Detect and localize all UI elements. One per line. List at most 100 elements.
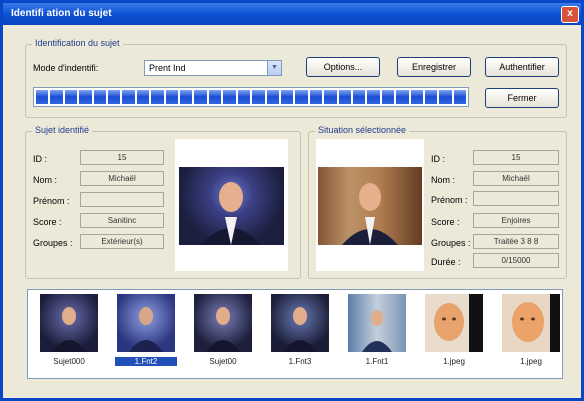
thumbnail-label: Sujet00 — [209, 357, 237, 366]
thumbnail-image[interactable] — [271, 294, 329, 352]
progress-block — [36, 90, 49, 104]
thumbnail-image[interactable] — [40, 294, 98, 352]
progress-block — [108, 90, 121, 104]
progress-block — [410, 90, 423, 104]
options-button-label: Options... — [323, 62, 363, 72]
thumbnail-label: 1.Fnt1 — [365, 357, 389, 366]
authentifier-button[interactable]: Authentifier — [485, 57, 559, 77]
sujet-prenom-label: Prénom : — [33, 196, 70, 206]
thumbnail-label: 1.jpeg — [443, 357, 465, 366]
progress-block — [180, 90, 193, 104]
progress-block — [453, 90, 467, 104]
situation-duree-field: 0/15000 — [473, 253, 559, 268]
progress-block — [93, 90, 107, 104]
progress-block — [151, 90, 164, 104]
person-icon — [129, 307, 163, 352]
identification-group-title: Identification du sujet — [32, 38, 123, 48]
person-icon — [206, 307, 240, 352]
sujet-photo-frame — [175, 139, 288, 271]
sujet-id-field: 15 — [80, 150, 164, 165]
sujet-score-field: Sanitinc — [80, 213, 164, 228]
identification-window: Identifi ation du sujet x Identification… — [0, 0, 584, 401]
progress-block — [165, 90, 179, 104]
thumbnail-label: Sujet000 — [53, 357, 85, 366]
progress-block — [252, 90, 265, 104]
progress-block — [223, 90, 236, 104]
progress-block — [396, 90, 409, 104]
thumbnail-image[interactable] — [502, 294, 560, 352]
progress-block — [338, 90, 351, 104]
situation-selectionnee-title: Situation sélectionnée — [315, 125, 410, 135]
progress-block — [79, 90, 92, 104]
options-button[interactable]: Options... — [306, 57, 380, 77]
person-icon — [283, 307, 317, 352]
sujet-score-label: Score : — [33, 217, 62, 227]
sujet-groupes-label: Groupes : — [33, 238, 73, 248]
face-icon — [434, 294, 483, 352]
progress-block — [50, 90, 63, 104]
progress-block — [266, 90, 279, 104]
sujet-photo — [179, 167, 284, 245]
progress-block — [122, 90, 135, 104]
thumbnail-image[interactable] — [194, 294, 252, 352]
mode-select[interactable]: Prent Ind ▼ — [144, 60, 282, 76]
identification-progress-bar — [33, 87, 469, 107]
sujet-nom-label: Nom : — [33, 175, 58, 185]
person-icon — [52, 307, 86, 352]
situation-score-field: Enjoires — [473, 213, 559, 228]
enregistrer-button-label: Enregistrer — [411, 62, 456, 72]
situation-prenom-label: Prénom : — [431, 195, 468, 205]
progress-block — [439, 90, 452, 104]
thumbnail-image[interactable] — [425, 294, 483, 352]
authentifier-button-label: Authentifier — [499, 62, 545, 72]
situation-id-label: ID : — [431, 154, 446, 164]
situation-photo — [318, 167, 422, 245]
sujet-nom-field: Michaël — [80, 171, 164, 186]
fermer-button[interactable]: Fermer — [485, 88, 559, 108]
thumbnail-label-selected: 1.Fnt2 — [115, 357, 177, 366]
progress-block — [324, 90, 337, 104]
sujet-id-label: ID : — [33, 154, 48, 164]
thumbnail-strip[interactable]: Sujet000 1.Fnt2 Sujet00 1.Fnt3 1.Fnt1 1.… — [27, 289, 563, 379]
progress-block — [64, 90, 78, 104]
situation-nom-field: Michaël — [473, 171, 559, 186]
situation-id-field: 15 — [473, 150, 559, 165]
progress-block — [367, 90, 380, 104]
situation-groupes-field: Traitée 3 8 8 — [473, 234, 559, 249]
enregistrer-button[interactable]: Enregistrer — [397, 57, 471, 77]
thumbnail-label: 1.jpeg — [520, 357, 542, 366]
fermer-button-label: Fermer — [507, 93, 537, 103]
mode-label: Mode d'indentifi: — [33, 63, 99, 73]
progress-block — [136, 90, 150, 104]
progress-block — [237, 90, 251, 104]
progress-block — [352, 90, 366, 104]
person-icon — [318, 167, 422, 245]
situation-score-label: Score : — [431, 217, 460, 227]
thumbnail-label: 1.Fnt3 — [288, 357, 312, 366]
progress-block — [208, 90, 222, 104]
situation-photo-frame — [316, 139, 424, 271]
progress-block — [381, 90, 395, 104]
window-title: Identifi ation du sujet — [11, 8, 112, 19]
close-icon[interactable]: x — [561, 6, 579, 23]
progress-block — [295, 90, 308, 104]
thumbnail-image[interactable] — [348, 294, 406, 352]
sujet-groupes-field: Extérieur(s) — [80, 234, 164, 249]
title-bar[interactable]: Identifi ation du sujet x — [3, 3, 581, 25]
progress-block — [309, 90, 323, 104]
situation-nom-label: Nom : — [431, 175, 456, 185]
sujet-prenom-field — [80, 192, 164, 207]
progress-block — [424, 90, 438, 104]
person-icon — [201, 182, 261, 245]
person-icon — [362, 310, 392, 352]
progress-block — [194, 90, 207, 104]
face-icon — [512, 294, 560, 352]
situation-groupes-label: Groupes : — [431, 238, 471, 248]
sujet-identifie-title: Sujet identifié — [32, 125, 93, 135]
thumbnail-image[interactable] — [117, 294, 175, 352]
situation-prenom-field — [473, 191, 559, 206]
mode-select-value: Prent Ind — [149, 63, 186, 73]
chevron-down-icon[interactable]: ▼ — [267, 61, 281, 75]
situation-duree-label: Durée : — [431, 257, 461, 267]
progress-block — [280, 90, 294, 104]
